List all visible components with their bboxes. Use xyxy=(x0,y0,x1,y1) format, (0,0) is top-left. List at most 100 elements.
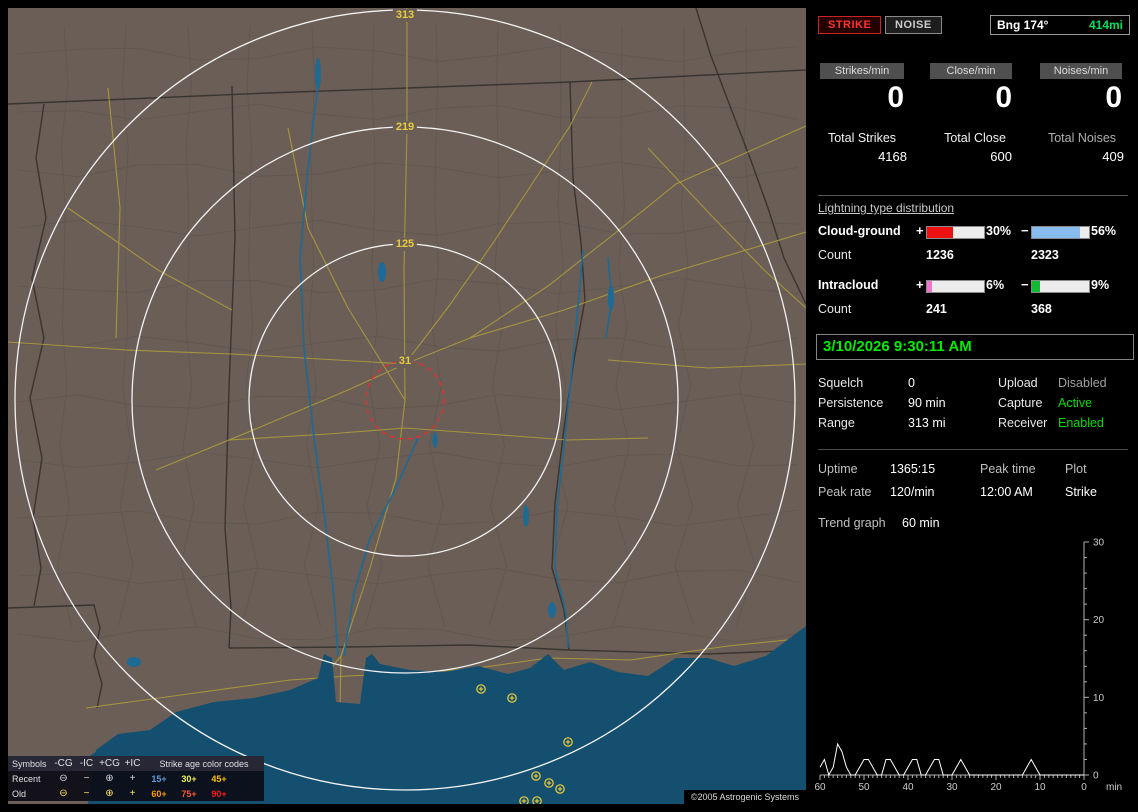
intracloud-negative-bar xyxy=(1031,280,1090,293)
trend-window-value: 60 min xyxy=(902,516,940,530)
legend-row-old: Old ⊖ − ⊕ + 60+ 75+ 90+ xyxy=(8,786,264,801)
cloud-ground-positive-bar xyxy=(926,226,985,239)
legend-col-pos-cg: +CG xyxy=(99,757,120,769)
upload-status: Disabled xyxy=(1058,376,1107,390)
trend-graph-label: Trend graph xyxy=(818,516,886,530)
legend-old-label: Old xyxy=(12,788,27,799)
legend-col-neg-cg: -CG xyxy=(54,757,73,769)
close-per-min-value: 0 xyxy=(995,81,1012,114)
pos-cg-old-icon: ⊕ xyxy=(105,787,114,799)
legend-col-neg-ic: -IC xyxy=(79,757,94,769)
strikes-per-min-value: 0 xyxy=(887,81,904,114)
peak-time-label: Peak time xyxy=(980,462,1036,476)
svg-text:0: 0 xyxy=(1093,771,1099,782)
legend-title: Strike age color codes xyxy=(159,758,249,769)
positive-sign: + xyxy=(916,277,924,292)
legend-recent-label: Recent xyxy=(12,773,41,784)
svg-text:20: 20 xyxy=(1093,615,1105,626)
svg-text:10: 10 xyxy=(1034,782,1046,793)
neg-ic-recent-icon: − xyxy=(83,772,90,784)
persistence-label: Persistence xyxy=(818,396,884,410)
legend-symbols-header: Symbols xyxy=(12,758,47,769)
divider xyxy=(818,195,1128,196)
plot-mode-value: Strike xyxy=(1065,485,1097,499)
cloud-ground-negative-bar xyxy=(1031,226,1090,239)
pos-ic-recent-icon: + xyxy=(129,772,136,784)
bar-fill xyxy=(1032,227,1080,238)
svg-text:40: 40 xyxy=(902,782,914,793)
svg-text:30: 30 xyxy=(946,782,958,793)
bar-fill xyxy=(927,281,933,292)
peak-rate-label: Peak rate xyxy=(818,485,872,499)
svg-text:50: 50 xyxy=(858,782,870,793)
bar-fill xyxy=(927,227,953,238)
trend-graph: 60 50 40 30 20 10 0 min 30 20 10 0 xyxy=(814,538,1122,794)
total-close-label: Total Close xyxy=(944,131,1006,145)
bar-fill xyxy=(1032,281,1040,292)
age-code: 90+ xyxy=(211,788,227,799)
count-label: Count xyxy=(818,302,852,316)
cloud-ground-positive-count: 1236 xyxy=(926,248,954,262)
range-ring-label: 313 xyxy=(392,9,418,22)
noises-per-min-header[interactable]: Noises/min xyxy=(1040,63,1122,79)
count-label: Count xyxy=(818,248,852,262)
svg-text:10: 10 xyxy=(1093,693,1105,704)
divider xyxy=(818,449,1128,450)
intracloud-positive-bar xyxy=(926,280,985,293)
receiver-label: Receiver xyxy=(998,416,1048,430)
range-ring-label: 31 xyxy=(395,355,415,368)
status-panel: STRIKE NOISE Bng 174° 414mi Strikes/min … xyxy=(812,0,1138,812)
range-ring-label: 219 xyxy=(392,121,418,134)
capture-status: Active xyxy=(1058,396,1093,410)
uptime-value: 1365:15 xyxy=(890,462,936,476)
negative-sign: − xyxy=(1021,277,1029,292)
intracloud-positive-count: 241 xyxy=(926,302,947,316)
capture-label: Capture xyxy=(998,396,1043,410)
pos-cg-recent-icon: ⊕ xyxy=(105,772,114,784)
svg-text:min: min xyxy=(1106,782,1122,793)
upload-label: Upload xyxy=(998,376,1038,390)
age-code: 45+ xyxy=(211,773,227,784)
age-code: 15+ xyxy=(151,773,167,784)
peak-rate-value: 120/min xyxy=(890,485,935,499)
neg-cg-old-icon: ⊖ xyxy=(59,787,68,799)
peak-time-value: 12:00 AM xyxy=(980,485,1033,499)
noise-button[interactable]: NOISE xyxy=(885,16,942,34)
cloud-ground-negative-count: 2323 xyxy=(1031,248,1059,262)
intracloud-label: Intracloud xyxy=(818,278,879,292)
pos-ic-old-icon: + xyxy=(129,787,136,799)
copyright-label: ©2005 Astrogenic Systems xyxy=(683,790,806,804)
close-per-min-header[interactable]: Close/min xyxy=(930,63,1012,79)
svg-text:0: 0 xyxy=(1081,782,1087,793)
receiver-status: Enabled xyxy=(1058,416,1104,430)
uptime-label: Uptime xyxy=(818,462,858,476)
strike-button[interactable]: STRIKE xyxy=(818,16,882,34)
range-value: 313 mi xyxy=(908,416,946,430)
neg-cg-recent-icon: ⊖ xyxy=(59,772,68,784)
intracloud-negative-pct: 9% xyxy=(1091,278,1110,292)
svg-text:60: 60 xyxy=(814,782,826,793)
datetime-display: 3/10/2026 9:30:11 AM xyxy=(816,334,1134,360)
bearing-range-value: 414mi xyxy=(1088,18,1123,32)
bearing-display: Bng 174° 414mi xyxy=(990,15,1130,35)
svg-text:20: 20 xyxy=(990,782,1002,793)
svg-text:30: 30 xyxy=(1093,538,1105,549)
cloud-ground-negative-pct: 56% xyxy=(1091,224,1117,238)
legend-row-recent: Recent ⊖ − ⊕ + 15+ 30+ 45+ xyxy=(8,771,264,786)
cloud-ground-positive-pct: 30% xyxy=(986,224,1012,238)
legend-col-pos-ic: +IC xyxy=(124,757,141,769)
total-strikes-value: 4168 xyxy=(878,149,907,164)
noises-per-min-value: 0 xyxy=(1105,81,1122,114)
intracloud-positive-pct: 6% xyxy=(986,278,1005,292)
squelch-value: 0 xyxy=(908,376,915,390)
range-label: Range xyxy=(818,416,855,430)
cloud-ground-label: Cloud-ground xyxy=(818,224,901,238)
positive-sign: + xyxy=(916,223,924,238)
age-code: 60+ xyxy=(151,788,167,799)
range-ring-label: 125 xyxy=(392,238,418,251)
total-strikes-label: Total Strikes xyxy=(827,131,897,145)
age-code: 75+ xyxy=(181,788,197,799)
strikes-per-min-header[interactable]: Strikes/min xyxy=(820,63,904,79)
map-view[interactable]: 313 219 125 31 Symbols -CG -IC +CG +IC S… xyxy=(8,8,806,804)
negative-sign: − xyxy=(1021,223,1029,238)
